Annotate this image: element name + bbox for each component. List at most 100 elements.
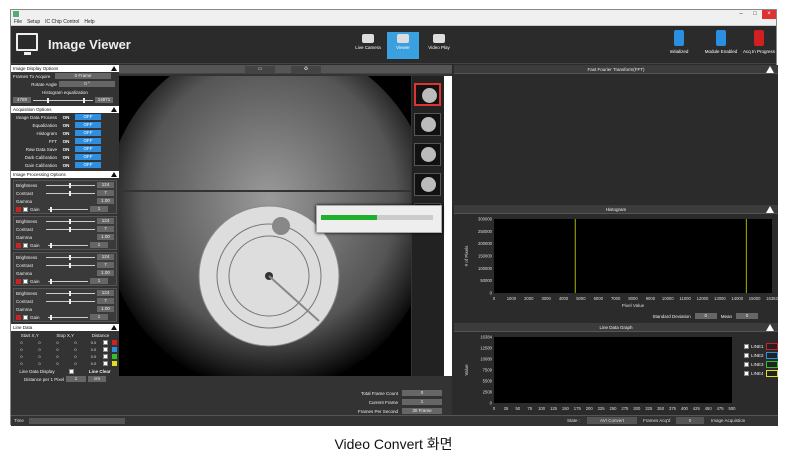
- acq-on-button[interactable]: ON: [59, 115, 73, 120]
- menu-setup[interactable]: Setup: [27, 19, 40, 25]
- hist-min-field[interactable]: 4789: [13, 97, 31, 103]
- contrast-slider[interactable]: [46, 190, 96, 196]
- gain-slider[interactable]: [48, 314, 88, 320]
- contrast-slider[interactable]: [46, 262, 96, 268]
- brightness-slider[interactable]: [46, 182, 96, 188]
- line-data-cell[interactable]: 0: [31, 340, 48, 345]
- contrast-slider[interactable]: [46, 298, 96, 304]
- acq-on-button[interactable]: ON: [59, 131, 73, 136]
- folder-icon[interactable]: ▭: [245, 66, 275, 73]
- minimize-button[interactable]: –: [734, 10, 748, 19]
- line-data-cell[interactable]: 0: [49, 361, 66, 366]
- maximize-button[interactable]: □: [748, 10, 762, 19]
- gain-checkbox[interactable]: [23, 242, 28, 248]
- thumbnail-3[interactable]: [414, 143, 441, 166]
- gamma-value[interactable]: 1.00: [97, 198, 114, 204]
- brightness-slider[interactable]: [46, 218, 96, 224]
- brightness-value[interactable]: 124: [97, 254, 114, 260]
- gain-checkbox[interactable]: [23, 314, 28, 320]
- line-data-cell[interactable]: 0.0: [85, 347, 102, 352]
- viewer-button[interactable]: Viewer: [387, 32, 419, 59]
- acq-on-button[interactable]: ON: [59, 155, 73, 160]
- contrast-value[interactable]: 7: [97, 262, 114, 268]
- line-data-cell[interactable]: 0: [31, 354, 48, 359]
- line-data-cell[interactable]: 0.0: [85, 340, 102, 345]
- brightness-value[interactable]: 124: [97, 290, 114, 296]
- legend-checkbox[interactable]: [744, 362, 749, 367]
- gain-value[interactable]: 1: [90, 206, 108, 212]
- legend-checkbox[interactable]: [744, 371, 749, 376]
- histogram-header[interactable]: Histogram: [454, 205, 778, 214]
- rotate-angle-field[interactable]: 0 °: [59, 81, 115, 87]
- thumbnail-4[interactable]: [414, 173, 441, 196]
- acq-off-button[interactable]: OFF: [75, 146, 101, 152]
- acq-off-button[interactable]: OFF: [75, 122, 101, 128]
- line-data-cell[interactable]: 0: [13, 347, 30, 352]
- gamma-value[interactable]: 1.00: [97, 234, 114, 240]
- legend-checkbox[interactable]: [744, 353, 749, 358]
- line-graph-header[interactable]: Line Data Graph: [454, 323, 778, 332]
- acq-off-button[interactable]: OFF: [75, 138, 101, 144]
- fft-header[interactable]: Fast Fourier Transform(FFT): [454, 65, 778, 74]
- current-frame-value[interactable]: 1: [402, 399, 442, 405]
- gain-slider[interactable]: [48, 206, 88, 212]
- line-data-cell[interactable]: 0: [49, 340, 66, 345]
- hist-eq-slider[interactable]: [33, 97, 93, 103]
- menu-help[interactable]: Help: [84, 19, 94, 25]
- line-clear-button[interactable]: Line Clear: [89, 369, 111, 374]
- line-visible-checkbox[interactable]: [103, 361, 108, 366]
- thumbnail-1[interactable]: [414, 83, 441, 106]
- frames-to-acquire-field[interactable]: 0 Frame: [55, 73, 111, 79]
- contrast-slider[interactable]: [46, 226, 96, 232]
- proc-options-header[interactable]: Image Processing Options: [11, 171, 119, 178]
- acq-off-button[interactable]: OFF: [75, 154, 101, 160]
- line-data-cell[interactable]: 0: [67, 347, 84, 352]
- acq-on-button[interactable]: ON: [59, 139, 73, 144]
- line-data-cell[interactable]: 0: [31, 361, 48, 366]
- line-visible-checkbox[interactable]: [103, 340, 108, 345]
- acq-off-button[interactable]: OFF: [75, 130, 101, 136]
- gain-value[interactable]: 1: [90, 314, 108, 320]
- contrast-value[interactable]: 7: [97, 226, 114, 232]
- line-data-cell[interactable]: 0: [67, 354, 84, 359]
- line-data-cell[interactable]: 0: [13, 354, 30, 359]
- menu-file[interactable]: File: [14, 19, 22, 25]
- line-data-cell[interactable]: 0: [13, 340, 30, 345]
- gain-checkbox[interactable]: [23, 278, 28, 284]
- line-data-header[interactable]: Line Data: [11, 324, 119, 331]
- line-data-cell[interactable]: 0: [49, 354, 66, 359]
- recycle-icon[interactable]: ♻: [291, 66, 321, 73]
- fps-value[interactable]: 30 Frame: [402, 408, 442, 414]
- hist-max-field[interactable]: 14871: [95, 97, 113, 103]
- line-data-cell[interactable]: 0: [67, 361, 84, 366]
- line-data-cell[interactable]: 0: [49, 347, 66, 352]
- brightness-value[interactable]: 124: [97, 218, 114, 224]
- gamma-value[interactable]: 1.00: [97, 270, 114, 276]
- video-play-button[interactable]: Video Play: [423, 32, 455, 59]
- menu-ic-chip-control[interactable]: IC Chip Control: [45, 19, 79, 25]
- live-camera-button[interactable]: Live Camera: [352, 32, 384, 59]
- acq-on-button[interactable]: ON: [59, 123, 73, 128]
- display-options-header[interactable]: Image Display Options: [11, 65, 119, 72]
- unit-field[interactable]: cm: [88, 376, 107, 382]
- gain-value[interactable]: 1: [90, 278, 108, 284]
- line-data-cell[interactable]: 0.0: [85, 361, 102, 366]
- line-visible-checkbox[interactable]: [103, 354, 108, 359]
- contrast-value[interactable]: 7: [97, 298, 114, 304]
- line-data-cell[interactable]: 0: [67, 340, 84, 345]
- acq-on-button[interactable]: ON: [59, 163, 73, 168]
- line-visible-checkbox[interactable]: [103, 347, 108, 352]
- gamma-value[interactable]: 1.00: [97, 306, 114, 312]
- close-button[interactable]: ×: [762, 10, 776, 19]
- line-data-cell[interactable]: 0: [31, 347, 48, 352]
- contrast-value[interactable]: 7: [97, 190, 114, 196]
- gain-slider[interactable]: [48, 242, 88, 248]
- dist-pixel-field[interactable]: 1: [66, 376, 87, 382]
- gain-value[interactable]: 1: [90, 242, 108, 248]
- thumbnail-2[interactable]: [414, 113, 441, 136]
- acq-off-button[interactable]: OFF: [75, 114, 101, 120]
- acq-on-button[interactable]: ON: [59, 147, 73, 152]
- brightness-slider[interactable]: [46, 290, 96, 296]
- legend-checkbox[interactable]: [744, 344, 749, 349]
- gain-checkbox[interactable]: [23, 206, 28, 212]
